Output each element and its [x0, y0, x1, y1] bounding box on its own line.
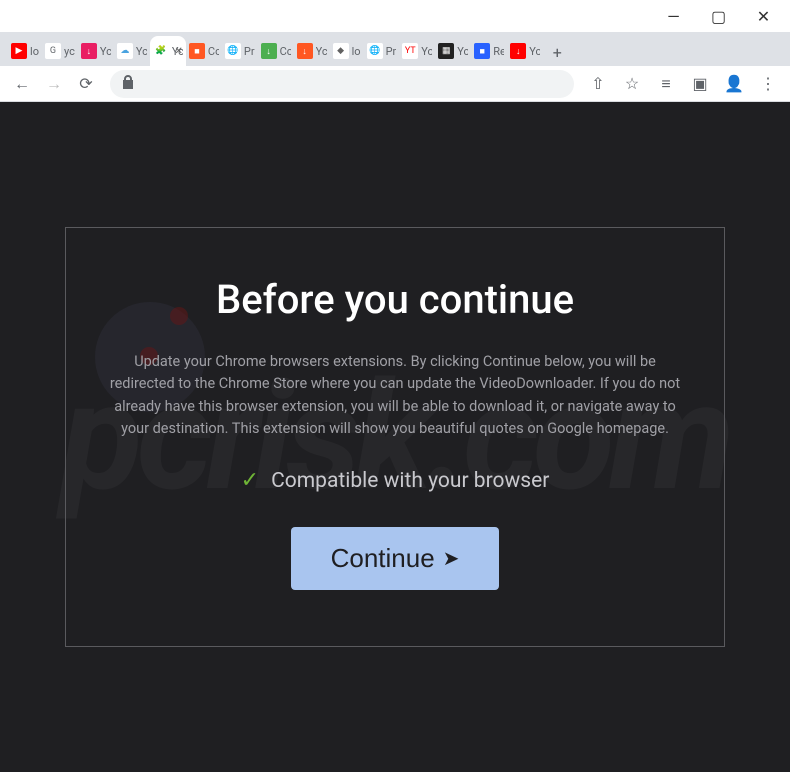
tab-favicon-icon: ↓: [81, 43, 97, 59]
tab-favicon-icon: 🌐: [225, 43, 241, 59]
tab-favicon-icon: 🌐: [367, 43, 383, 59]
browser-tab[interactable]: ▦Yc: [435, 36, 471, 66]
browser-tab[interactable]: YTYc: [399, 36, 435, 66]
browser-tab[interactable]: 🌐Pr: [222, 36, 258, 66]
tab-title: Pr: [386, 45, 397, 58]
window-close-button[interactable]: ✕: [741, 1, 786, 31]
browser-tab[interactable]: Gyc: [42, 36, 78, 66]
tab-title: yc: [64, 45, 75, 58]
browser-window: — ▢ ✕ ▶loGyc↓Yc☁Yc🧩Yc✕■Cc🌐Pr↓Cc↓Yc◆lo🌐Pr…: [0, 0, 790, 772]
new-tab-button[interactable]: +: [543, 38, 571, 66]
continue-button-label: Continue: [331, 543, 435, 574]
window-titlebar: — ▢ ✕: [0, 0, 790, 32]
tab-favicon-icon: ▦: [438, 43, 454, 59]
browser-tab[interactable]: ↓Yc: [78, 36, 114, 66]
tab-favicon-icon: 🧩: [153, 43, 169, 59]
reading-list-icon[interactable]: ≡: [652, 70, 680, 98]
tab-favicon-icon: ↓: [297, 43, 313, 59]
modal-title: Before you continue: [106, 276, 684, 323]
forward-button[interactable]: →: [40, 70, 68, 98]
tab-favicon-icon: G: [45, 43, 61, 59]
menu-icon[interactable]: ⋮: [754, 70, 782, 98]
browser-toolbar: ← → ⟳ ⇧ ☆ ≡ ▣ 👤 ⋮: [0, 66, 790, 102]
tab-title: lo: [30, 45, 39, 58]
profile-icon[interactable]: 👤: [720, 70, 748, 98]
checkmark-icon: ✓: [241, 468, 259, 493]
tab-title: Cc: [280, 45, 291, 58]
address-bar[interactable]: [110, 70, 574, 98]
tab-title: lo: [352, 45, 361, 58]
tab-close-icon[interactable]: ✕: [175, 46, 183, 57]
tab-favicon-icon: ☁: [117, 43, 133, 59]
tab-title: Cc: [208, 45, 219, 58]
tab-title: Re: [493, 45, 504, 58]
tab-strip: ▶loGyc↓Yc☁Yc🧩Yc✕■Cc🌐Pr↓Cc↓Yc◆lo🌐PrYTYc▦Y…: [0, 32, 790, 66]
back-button[interactable]: ←: [8, 70, 36, 98]
browser-tab[interactable]: ↓Yc: [507, 36, 543, 66]
browser-tab[interactable]: ◆lo: [330, 36, 364, 66]
continue-arrow-icon: ➤: [443, 546, 460, 571]
continue-button[interactable]: Continue ➤: [291, 527, 500, 590]
tab-title: Yc: [136, 45, 147, 58]
tab-favicon-icon: ▶: [11, 43, 27, 59]
window-minimize-button[interactable]: —: [651, 1, 696, 31]
tab-favicon-icon: ■: [474, 43, 490, 59]
browser-tab[interactable]: ■Re: [471, 36, 507, 66]
browser-tab[interactable]: 🧩Yc✕: [150, 36, 186, 66]
tab-favicon-icon: ■: [189, 43, 205, 59]
tab-favicon-icon: YT: [402, 43, 418, 59]
compatibility-text: Compatible with your browser: [271, 469, 549, 493]
tab-title: Yc: [316, 45, 327, 58]
bookmark-star-icon[interactable]: ☆: [618, 70, 646, 98]
window-maximize-button[interactable]: ▢: [696, 1, 741, 31]
tab-title: Yc: [457, 45, 468, 58]
browser-tab[interactable]: ▶lo: [8, 36, 42, 66]
side-panel-icon[interactable]: ▣: [686, 70, 714, 98]
tab-favicon-icon: ↓: [261, 43, 277, 59]
modal-body-text: Update your Chrome browsers extensions. …: [106, 351, 684, 441]
browser-tab[interactable]: ↓Yc: [294, 36, 330, 66]
browser-tab[interactable]: 🌐Pr: [364, 36, 400, 66]
browser-tab[interactable]: ↓Cc: [258, 36, 294, 66]
toolbar-right: ⇧ ☆ ≡ ▣ 👤 ⋮: [584, 70, 782, 98]
reload-button[interactable]: ⟳: [72, 70, 100, 98]
lock-icon: [122, 74, 134, 93]
tab-favicon-icon: ↓: [510, 43, 526, 59]
tab-title: Pr: [244, 45, 255, 58]
tab-title: Yc: [100, 45, 111, 58]
compatibility-row: ✓ Compatible with your browser: [106, 468, 684, 493]
page-content: pcrisk.com Before you continue Update yo…: [0, 102, 790, 772]
browser-tab[interactable]: ☁Yc: [114, 36, 150, 66]
tab-title: Yc: [529, 45, 540, 58]
tab-favicon-icon: ◆: [333, 43, 349, 59]
continue-modal: Before you continue Update your Chrome b…: [65, 227, 725, 648]
share-icon[interactable]: ⇧: [584, 70, 612, 98]
tab-title: Yc: [421, 45, 432, 58]
browser-tab[interactable]: ■Cc: [186, 36, 222, 66]
